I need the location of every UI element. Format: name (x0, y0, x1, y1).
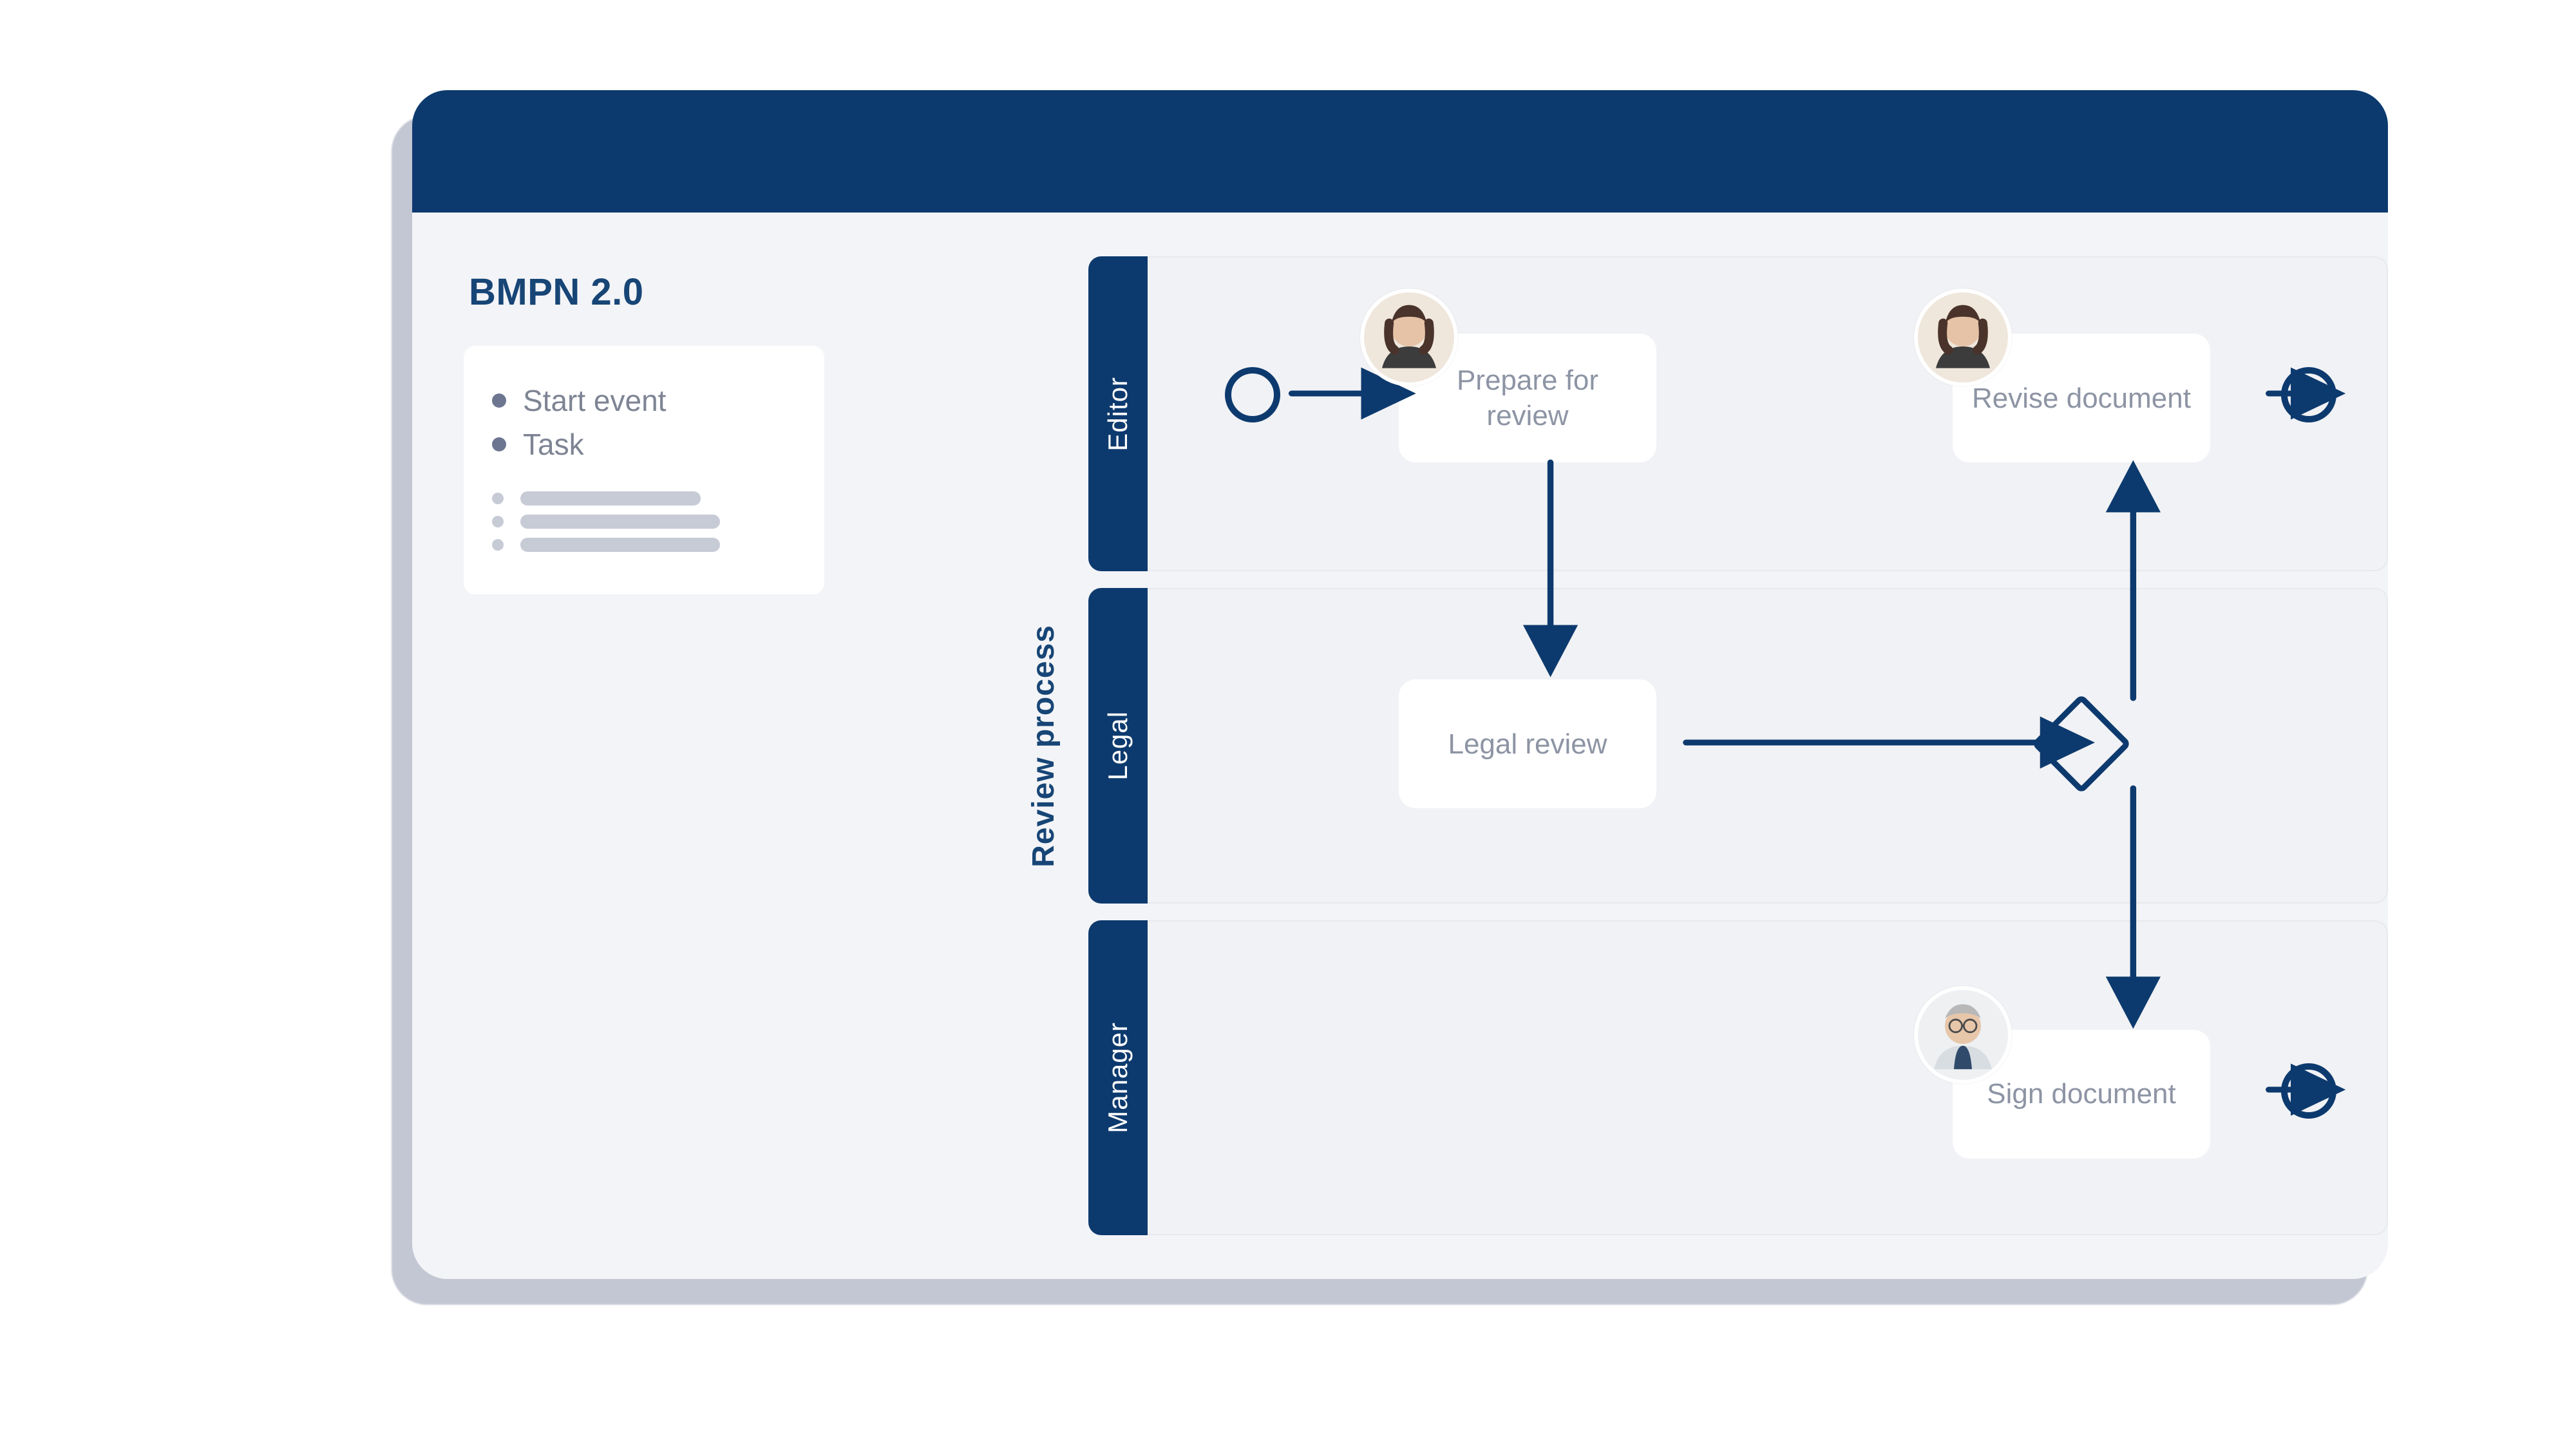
lane-body[interactable]: Sign document (1148, 920, 2388, 1235)
bullet-icon (492, 393, 506, 408)
palette-item-label: Start event (523, 383, 666, 418)
start-event-icon[interactable] (1225, 367, 1280, 422)
task-label: Revise document (1972, 381, 2191, 416)
gateway-icon[interactable] (2031, 694, 2132, 795)
avatar (1360, 289, 1458, 386)
content: BMPN 2.0 Start event Task (412, 213, 2388, 1279)
lane-header-label: Legal (1103, 711, 1133, 781)
avatar (1914, 986, 2012, 1084)
task-legal-review[interactable]: Legal review (1399, 679, 1656, 808)
lane-header: Legal (1088, 588, 1148, 903)
palette-item-placeholder[interactable] (492, 538, 796, 552)
stage: BMPN 2.0 Start event Task (0, 0, 2576, 1449)
palette-item-task[interactable]: Task (492, 427, 796, 462)
sidebar-title: BMPN 2.0 (469, 270, 902, 314)
end-event-icon[interactable] (2281, 367, 2336, 422)
lane-body[interactable]: Legal review (1148, 588, 2388, 903)
bullet-icon (492, 493, 504, 504)
bullet-icon (492, 516, 504, 527)
end-event-icon[interactable] (2281, 1063, 2336, 1119)
person-icon (1364, 292, 1454, 383)
lanes: Editor Prepare for review (1088, 256, 2388, 1235)
lane-header: Manager (1088, 920, 1148, 1235)
lane-editor: Editor Prepare for review (1088, 256, 2388, 571)
placeholder-bar (520, 491, 701, 506)
task-label: Legal review (1448, 726, 1607, 762)
app-window: BMPN 2.0 Start event Task (412, 90, 2388, 1279)
palette-item-label: Task (523, 427, 584, 462)
avatar (1914, 289, 2012, 386)
task-label: Sign document (1987, 1076, 2176, 1112)
lane-body[interactable]: Prepare for review (1148, 256, 2388, 571)
person-icon (1918, 990, 2008, 1080)
palette-card: Start event Task (464, 346, 824, 594)
diagram-area[interactable]: Review process Editor Prepare for review (953, 213, 2388, 1279)
palette-item-placeholder[interactable] (492, 491, 796, 506)
lane-header: Editor (1088, 256, 1148, 571)
titlebar (412, 90, 2388, 213)
bullet-icon (492, 539, 504, 551)
lane-legal: Legal Legal review (1088, 588, 2388, 903)
person-icon (1918, 292, 2008, 383)
lane-manager: Manager Sign document (1088, 920, 2388, 1235)
lane-header-label: Manager (1103, 1022, 1133, 1133)
palette-item-placeholder[interactable] (492, 515, 796, 529)
task-label: Prepare for review (1418, 363, 1637, 433)
bullet-icon (492, 437, 506, 451)
placeholder-bar (520, 538, 720, 552)
palette-item-start-event[interactable]: Start event (492, 383, 796, 418)
placeholder-bar (520, 515, 720, 529)
lane-header-label: Editor (1103, 377, 1133, 451)
pool-title-label: Review process (1026, 625, 1061, 867)
sidebar: BMPN 2.0 Start event Task (412, 213, 953, 1279)
pool-title: Review process (1024, 256, 1063, 1235)
